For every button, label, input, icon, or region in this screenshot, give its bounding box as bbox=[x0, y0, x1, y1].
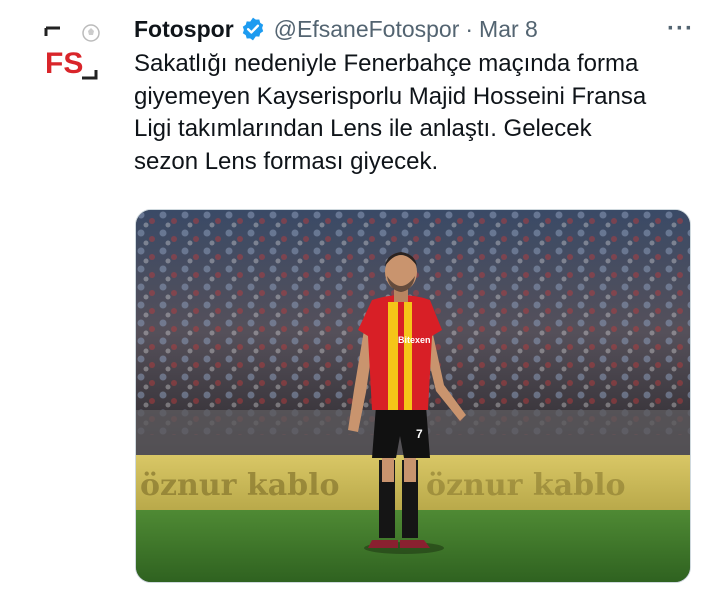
verified-badge-icon bbox=[240, 16, 266, 42]
separator-dot: · bbox=[465, 15, 474, 42]
tweet-date[interactable]: Mar 8 bbox=[479, 16, 538, 43]
avatar[interactable]: FS bbox=[38, 20, 104, 86]
shorts-number: 7 bbox=[416, 427, 423, 441]
author-handle[interactable]: @EfsaneFotospor bbox=[274, 16, 460, 43]
tweet-text-line: Ligi takımlarından Lens ile anlaştı. Gel… bbox=[134, 115, 592, 142]
ad-board-text: öznur kablo bbox=[140, 468, 340, 503]
tweet-header: Fotospor @EfsaneFotospor · Mar 8 ··· bbox=[134, 13, 698, 45]
more-options-icon[interactable]: ··· bbox=[667, 15, 694, 43]
tweet-text: Sakatlığı nedeniyle Fenerbahçe maçında f… bbox=[134, 48, 704, 178]
avatar-letters: FS bbox=[45, 47, 83, 80]
ad-board-text: öznur kablo bbox=[426, 468, 626, 503]
tweet-media-photo[interactable]: öznur kablo öznur kablo 7 Bitexen bbox=[135, 209, 691, 583]
tweet-text-line: sezon Lens forması giyecek. bbox=[134, 147, 439, 175]
tweet-text-line: Sakatlığı nedeniyle Fenerbahçe maçında f… bbox=[134, 50, 639, 77]
fotospor-logo-icon: FS bbox=[44, 24, 100, 80]
author-name[interactable]: Fotospor bbox=[134, 16, 234, 43]
jersey-sponsor: Bitexen bbox=[398, 335, 431, 345]
football-player-photo: öznur kablo öznur kablo 7 Bitexen bbox=[136, 210, 690, 582]
tweet-text-line: giyemeyen Kayserisporlu Majid Hosseini F… bbox=[134, 82, 647, 110]
